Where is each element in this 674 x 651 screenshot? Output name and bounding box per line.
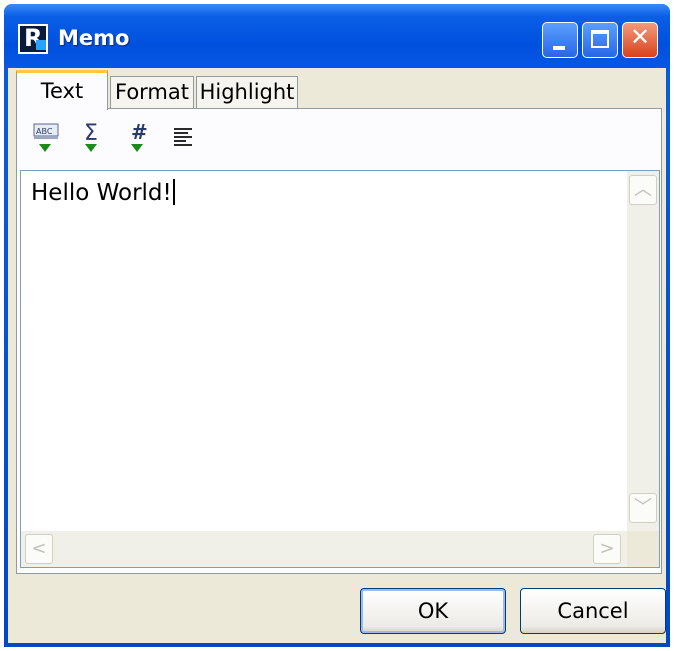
maximize-button[interactable] xyxy=(582,22,618,58)
close-icon: ✕ xyxy=(629,23,651,51)
window-title: Memo xyxy=(58,26,130,50)
svg-text:ABC: ABC xyxy=(36,127,53,136)
maximize-icon xyxy=(591,30,609,48)
tab-text[interactable]: Text xyxy=(16,70,108,110)
chevron-left-icon: < xyxy=(31,538,47,559)
tab-highlight-label: Highlight xyxy=(199,80,295,104)
number-format-icon: # xyxy=(131,120,148,152)
tab-highlight[interactable]: Highlight xyxy=(196,76,298,109)
insert-aggregate-button[interactable]: Σ xyxy=(78,120,108,156)
title-bar[interactable]: R Memo ✕ xyxy=(4,4,670,72)
spell-check-icon: ABC xyxy=(33,123,59,152)
scroll-down-button[interactable]: ﹀ xyxy=(629,493,657,523)
number-format-button[interactable]: # xyxy=(124,120,154,156)
text-align-button[interactable] xyxy=(168,120,198,156)
cancel-button[interactable]: Cancel xyxy=(520,588,666,634)
vertical-scrollbar[interactable]: ︿ ﹀ xyxy=(627,171,659,531)
tab-format-label: Format xyxy=(114,80,189,104)
ok-button[interactable]: OK xyxy=(360,588,506,634)
scroll-up-button[interactable]: ︿ xyxy=(629,175,657,205)
chevron-down-icon: ﹀ xyxy=(634,497,652,518)
spell-check-button[interactable]: ABC xyxy=(32,120,62,156)
app-icon: R xyxy=(18,24,48,54)
memo-text: Hello World! xyxy=(31,180,172,206)
tab-format[interactable]: Format xyxy=(110,76,194,109)
sum-icon: Σ xyxy=(84,121,98,152)
text-caret xyxy=(172,179,175,205)
chevron-right-icon: > xyxy=(599,538,615,559)
tab-text-label: Text xyxy=(40,79,84,103)
svg-text:Σ: Σ xyxy=(84,121,98,146)
scroll-right-button[interactable]: > xyxy=(593,534,621,564)
chevron-up-icon: ︿ xyxy=(634,179,652,200)
dialog-client-area: Text Format Highlight ABC Σ # Hello Worl… xyxy=(8,68,666,643)
minimize-icon xyxy=(553,46,565,50)
scroll-left-button[interactable]: < xyxy=(25,534,53,564)
memo-text-area[interactable]: Hello World! ︿ ﹀ < > xyxy=(20,170,660,568)
align-text-icon xyxy=(174,128,192,146)
close-button[interactable]: ✕ xyxy=(622,22,658,58)
horizontal-scrollbar[interactable]: < > xyxy=(21,531,627,567)
memo-dialog: R Memo ✕ Text Format Highlight ABC Σ # H… xyxy=(4,4,670,647)
scrollbar-corner xyxy=(627,531,659,567)
svg-text:#: # xyxy=(131,120,148,144)
minimize-button[interactable] xyxy=(542,22,578,58)
